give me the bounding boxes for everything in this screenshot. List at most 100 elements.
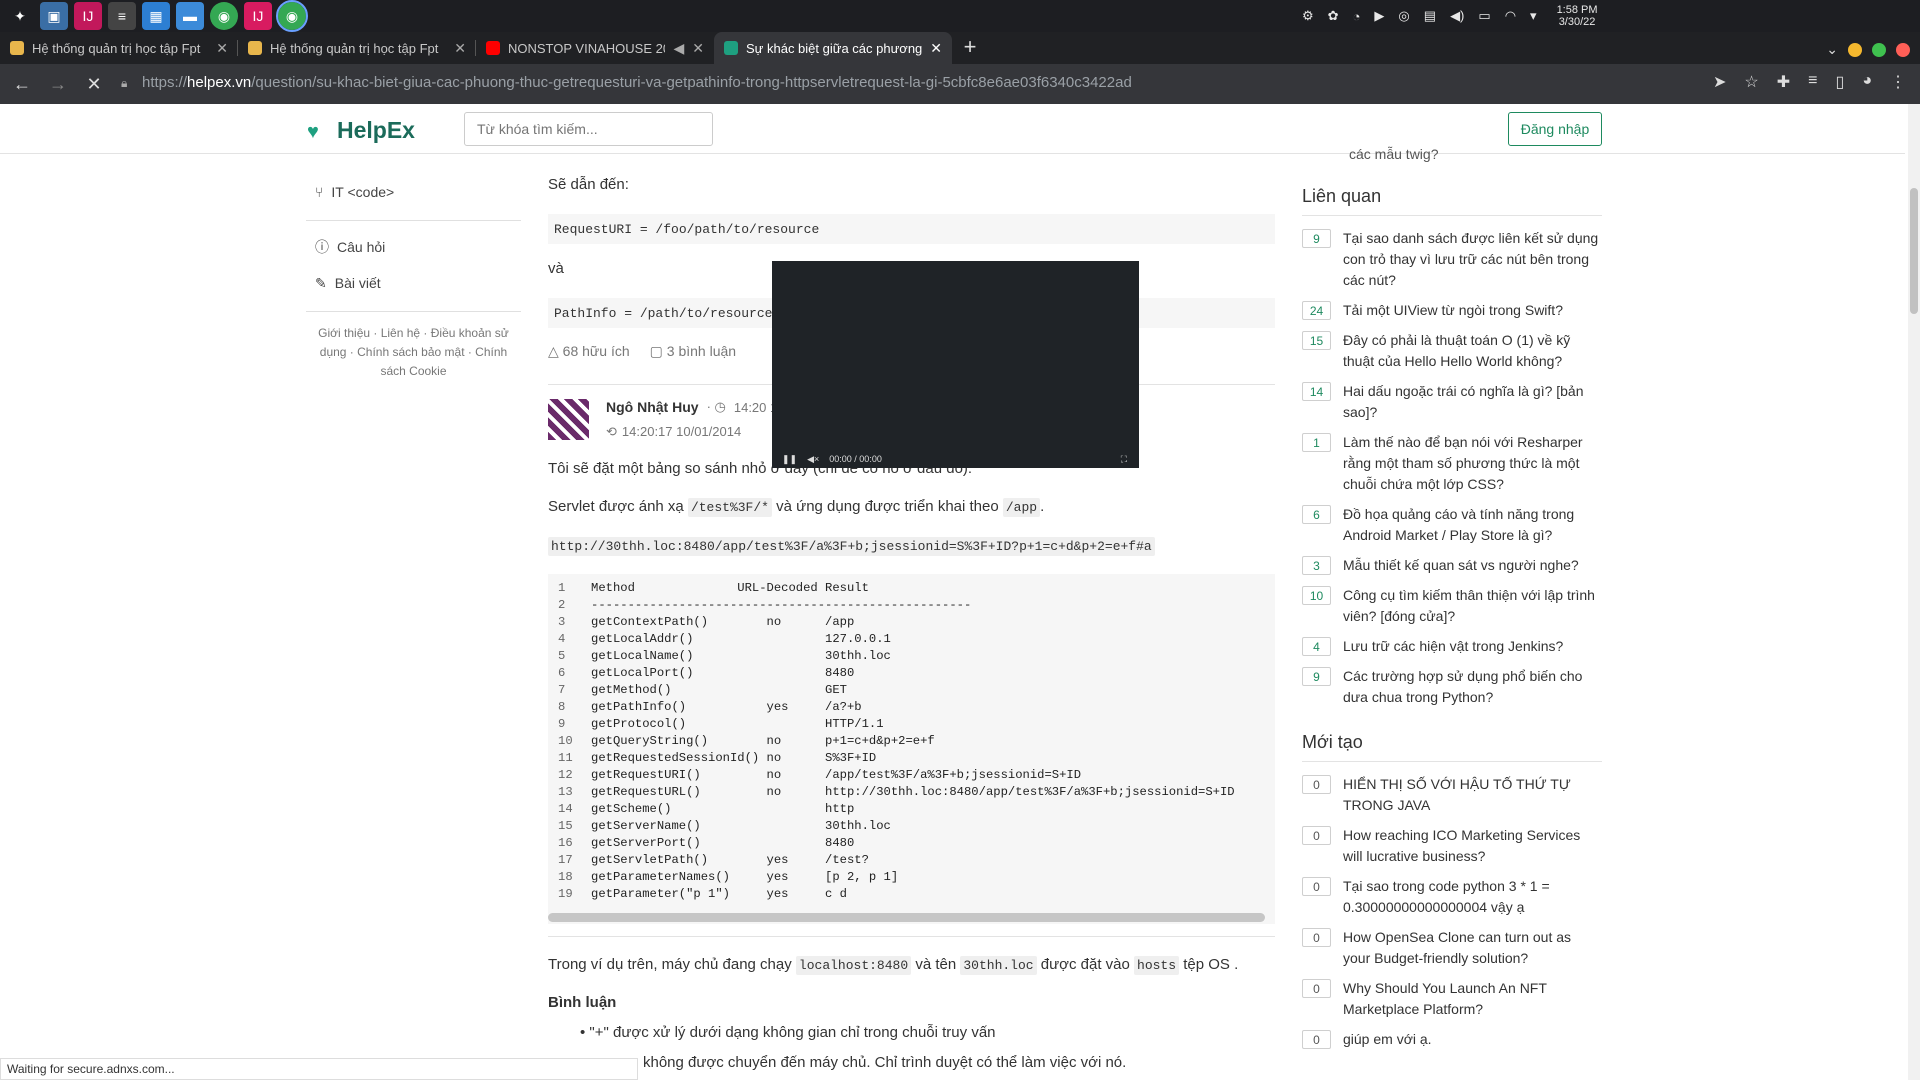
text: và tên [915,956,957,973]
send-icon[interactable]: ➤ [1713,72,1726,92]
back-icon[interactable]: ← [8,74,36,95]
fullscreen-icon[interactable]: ⛶ [1121,454,1127,465]
list-item[interactable]: 0 HIỂN THỊ SỐ VỚI HẬU TỐ THỨ TỰ TRONG JAV… [1302,774,1602,816]
nav-item-questions[interactable]: ⓘ Câu hỏi [306,229,521,265]
list-item[interactable]: 9 Các trường hợp sử dụng phổ biến cho dưa… [1302,666,1602,708]
clipboard-icon[interactable]: ▤ [1424,8,1436,24]
list-item[interactable]: 6 Đồ họa quảng cáo và tính năng trong And… [1302,504,1602,546]
video-ad-player[interactable]: ❚❚ ◀× 00:00 / 00:00 ⛶ [772,261,1139,468]
pause-icon[interactable]: ❚❚ [782,454,797,465]
folder-icon[interactable]: ▬ [176,2,204,30]
video-controls: ❚❚ ◀× 00:00 / 00:00 ⛶ [772,450,1139,468]
inline-code: localhost:8480 [795,956,912,975]
sidepanel-icon[interactable]: ▯ [1836,72,1845,92]
minimize-button[interactable] [1848,42,1862,57]
helpful-button[interactable]: △ 68 hữu ích [548,343,630,360]
list-item[interactable]: 0 Why Should You Launch An NFT Marketplac… [1302,978,1602,1020]
stop-loading-icon[interactable]: ✕ [80,74,108,95]
extensions-icon[interactable]: ✚ [1777,72,1790,92]
vpn-icon[interactable]: ◎ [1398,8,1409,24]
wifi-icon[interactable]: ◠ [1505,8,1516,24]
calendar-icon[interactable]: ▦ [142,2,170,30]
nav-item-articles[interactable]: ✎ Bài viết [306,265,521,301]
tab-search-icon[interactable]: ⌄ [1826,41,1838,58]
list-item[interactable]: 3 Mẫu thiết kế quan sát vs người nghe? [1302,555,1602,576]
terminal-icon[interactable]: ≡ [108,2,136,30]
clock[interactable]: 1:58 PM 3/30/22 [1557,4,1598,28]
tray-icon-3[interactable]: ◔ [1353,9,1361,24]
logo-text: HelpEx [337,117,415,143]
media-icon[interactable]: ≡ [1808,72,1817,92]
scrollbar-thumb[interactable] [1910,188,1918,314]
profile-avatar[interactable]: ◕ [1862,72,1872,92]
list-item[interactable]: 4 Lưu trữ các hiện vật trong Jenkins? [1302,636,1602,657]
tab-mute-icon[interactable]: ◀ [673,40,684,57]
new-list: 0 HIỂN THỊ SỐ VỚI HẬU TỐ THỨ TỰ TRONG JAV… [1302,774,1602,1050]
status-bubble: Waiting for secure.adnxs.com... [0,1058,638,1080]
search-input[interactable] [464,112,713,146]
list-item[interactable]: 9 Tại sao danh sách được liên kết sử dụng… [1302,228,1602,291]
comments-button[interactable]: ▢ 3 bình luận [650,343,736,360]
list-item[interactable]: 14 Hai dấu ngoặc trái có nghĩa là gì? [bả… [1302,381,1602,423]
score-badge: 3 [1302,556,1331,575]
new-tab-button[interactable]: + [952,34,988,60]
menu-down-icon[interactable]: ▾ [1530,8,1537,24]
list-item[interactable]: 0 How OpenSea Clone can turn out as your … [1302,927,1602,969]
menu-icon[interactable]: ⋮ [1890,72,1906,92]
lock-icon[interactable]: 🔒︎ [121,76,127,91]
nav-item-it[interactable]: ⑂ IT <code> [306,174,521,210]
paragraph: và [548,260,564,277]
tab-close-icon[interactable]: ✕ [692,40,704,57]
inline-code: http://30thh.loc:8480/app/test%3F/a%3F+b… [548,537,1155,556]
list-item[interactable]: 0 Tại sao trong code python 3 * 1 = 0.300… [1302,876,1602,918]
tab-close-icon[interactable]: ✕ [930,40,942,57]
login-button[interactable]: Đăng nhập [1508,112,1602,146]
volume-icon[interactable]: ◀) [1450,8,1464,24]
page-scrollbar[interactable] [1908,104,1920,1080]
code-source: Method URL-Decoded Result --------------… [591,581,1235,901]
truncated-item[interactable]: các mẫu twig? [1349,144,1438,165]
video-time: 00:00 / 00:00 [829,454,882,464]
browser-tab[interactable]: NONSTOP VINAHOUSE 2022 ◀ ✕ [476,32,714,64]
battery-icon[interactable]: ▭ [1478,8,1490,24]
site-logo[interactable]: ♥ HelpEx [307,117,415,144]
tab-close-icon[interactable]: ✕ [454,40,466,57]
browser-tab-active[interactable]: Sự khác biệt giữa các phương thức ✕ [714,32,952,64]
mute-icon[interactable]: ◀× [807,454,819,465]
intellij-icon[interactable]: IJ [74,2,102,30]
browser-tab[interactable]: Hệ thống quản trị học tập Fpt ✕ [238,32,476,64]
files-icon[interactable]: ▣ [40,2,68,30]
close-button[interactable] [1896,42,1910,57]
avatar[interactable] [548,399,589,440]
launcher-icon[interactable]: ✦ [6,2,34,30]
tray-icon-2[interactable]: ✿ [1328,8,1339,24]
forward-icon[interactable]: → [44,74,72,95]
url-field[interactable]: https://helpex.vn/question/su-khac-biet-… [142,74,1132,91]
list-item[interactable]: 24 Tải một UIView từ ngòi trong Swift? [1302,300,1602,321]
url-prefix: https:// [142,74,188,91]
list-item[interactable]: 0 giúp em với ạ. [1302,1029,1602,1050]
play-icon[interactable]: ▶ [1374,8,1384,24]
list-item[interactable]: 0 How reaching ICO Marketing Services wil… [1302,825,1602,867]
score-badge: 0 [1302,877,1331,896]
intellij-icon-2[interactable]: IJ [244,2,272,30]
list-item[interactable]: 15 Đây có phải là thuật toán O (1) về kỹ … [1302,330,1602,372]
list-item[interactable]: 10 Công cụ tìm kiếm thân thiện với lập tr… [1302,585,1602,627]
left-nav: ⑂ IT <code> ⓘ Câu hỏi ✎ Bài viết Giới th… [306,154,521,385]
git-branch-icon: ⑂ [315,184,324,200]
maximize-button[interactable] [1872,42,1886,57]
horizontal-scrollbar[interactable] [548,913,1265,922]
url-domain: helpex.vn [187,74,252,91]
footer-links[interactable]: Giới thiệu · Liên hệ · Điều khoản sử dụn… [306,320,521,385]
tray-icon-1[interactable]: ⚙ [1302,8,1314,24]
list-item[interactable]: 1 Làm thế nào để bạn nói với Resharper rằ… [1302,432,1602,495]
url-example: http://30thh.loc:8480/app/test%3F/a%3F+b… [548,537,1155,556]
score-badge: 10 [1302,586,1331,605]
window-controls: ⌄ [1826,41,1910,58]
tab-close-icon[interactable]: ✕ [216,40,228,57]
chrome-icon[interactable]: ◉ [210,2,238,30]
browser-tab[interactable]: Hệ thống quản trị học tập Fpt ✕ [0,32,238,64]
chrome-active-icon[interactable]: ◉ [276,0,308,32]
bookmark-star-icon[interactable]: ☆ [1744,72,1758,92]
author-name[interactable]: Ngô Nhật Huy [606,399,699,415]
